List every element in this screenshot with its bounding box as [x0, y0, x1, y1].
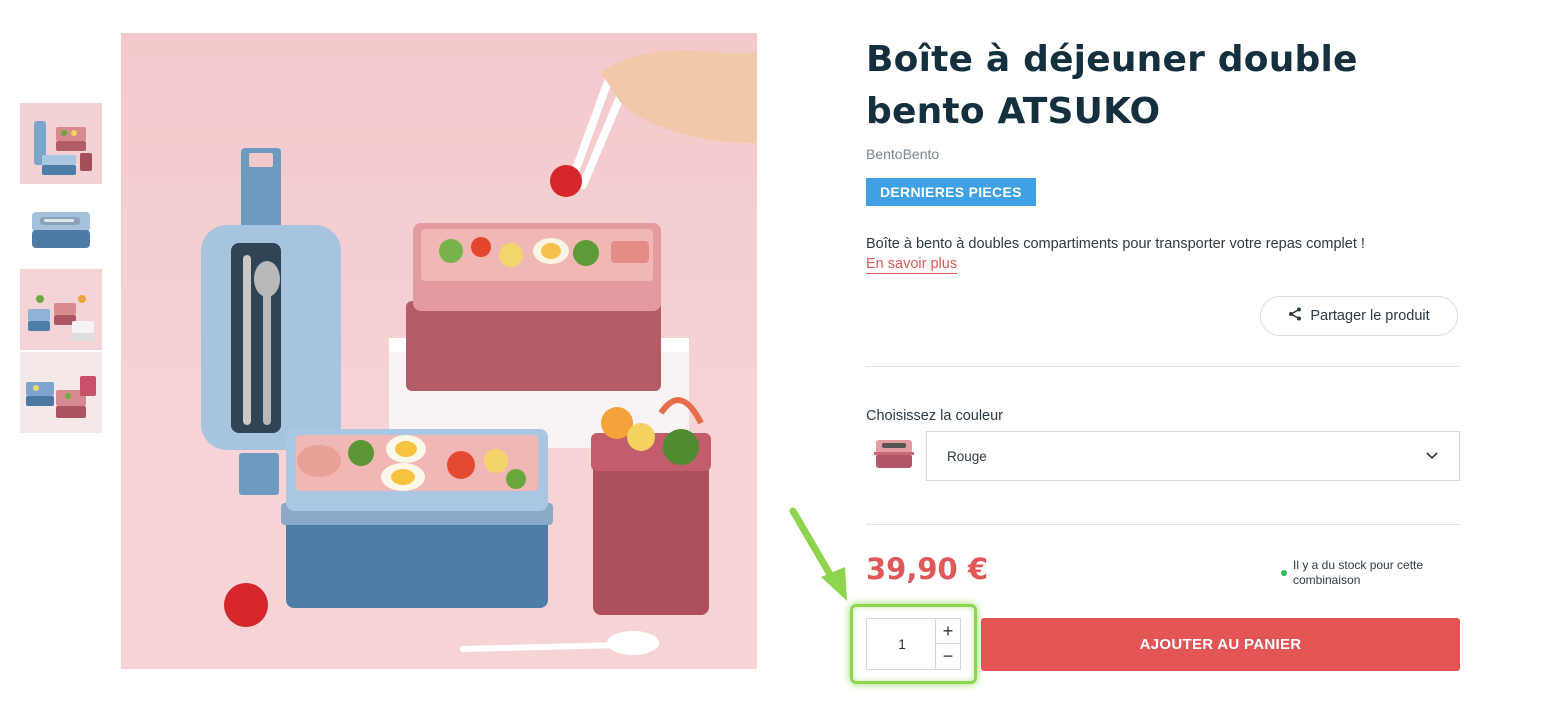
- color-label: Choisissez la couleur: [866, 408, 1004, 424]
- thumbnail-list: [20, 103, 102, 435]
- thumbnail-1[interactable]: [20, 103, 102, 184]
- thumbnail-2[interactable]: [20, 186, 102, 267]
- quantity-input[interactable]: 1: [867, 619, 937, 669]
- quantity-increment-button[interactable]: +: [935, 619, 960, 644]
- in-stock-icon: [1281, 570, 1287, 576]
- divider: [866, 524, 1460, 525]
- product-price: 39,90 €: [866, 552, 989, 586]
- stock-status: Il y a du stock pour cette combinaison: [1293, 558, 1424, 587]
- color-select[interactable]: Rouge: [926, 431, 1460, 481]
- annotation-arrow: [785, 505, 855, 610]
- color-select-value: Rouge: [947, 449, 987, 464]
- product-description: Boîte à bento à doubles compartiments po…: [866, 236, 1365, 252]
- read-more-link[interactable]: En savoir plus: [866, 256, 958, 274]
- product-brand[interactable]: BentoBento: [866, 146, 939, 162]
- share-label: Partager le produit: [1310, 308, 1430, 324]
- divider: [866, 366, 1460, 367]
- quantity-decrement-button[interactable]: −: [935, 644, 960, 669]
- chevron-down-icon: [1425, 448, 1439, 465]
- quantity-stepper: 1 + −: [866, 618, 961, 670]
- color-swatch-thumbnail: [872, 434, 918, 476]
- thumbnail-3[interactable]: [20, 269, 102, 350]
- add-to-cart-button[interactable]: AJOUTER AU PANIER: [981, 618, 1460, 671]
- thumbnail-4[interactable]: [20, 352, 102, 433]
- product-main-image[interactable]: [121, 33, 757, 669]
- share-icon: [1288, 307, 1302, 325]
- share-button[interactable]: Partager le produit: [1260, 296, 1458, 336]
- stock-badge: DERNIERES PIECES: [866, 178, 1036, 206]
- product-title: Boîte à déjeuner double bento ATSUKO: [866, 39, 1358, 132]
